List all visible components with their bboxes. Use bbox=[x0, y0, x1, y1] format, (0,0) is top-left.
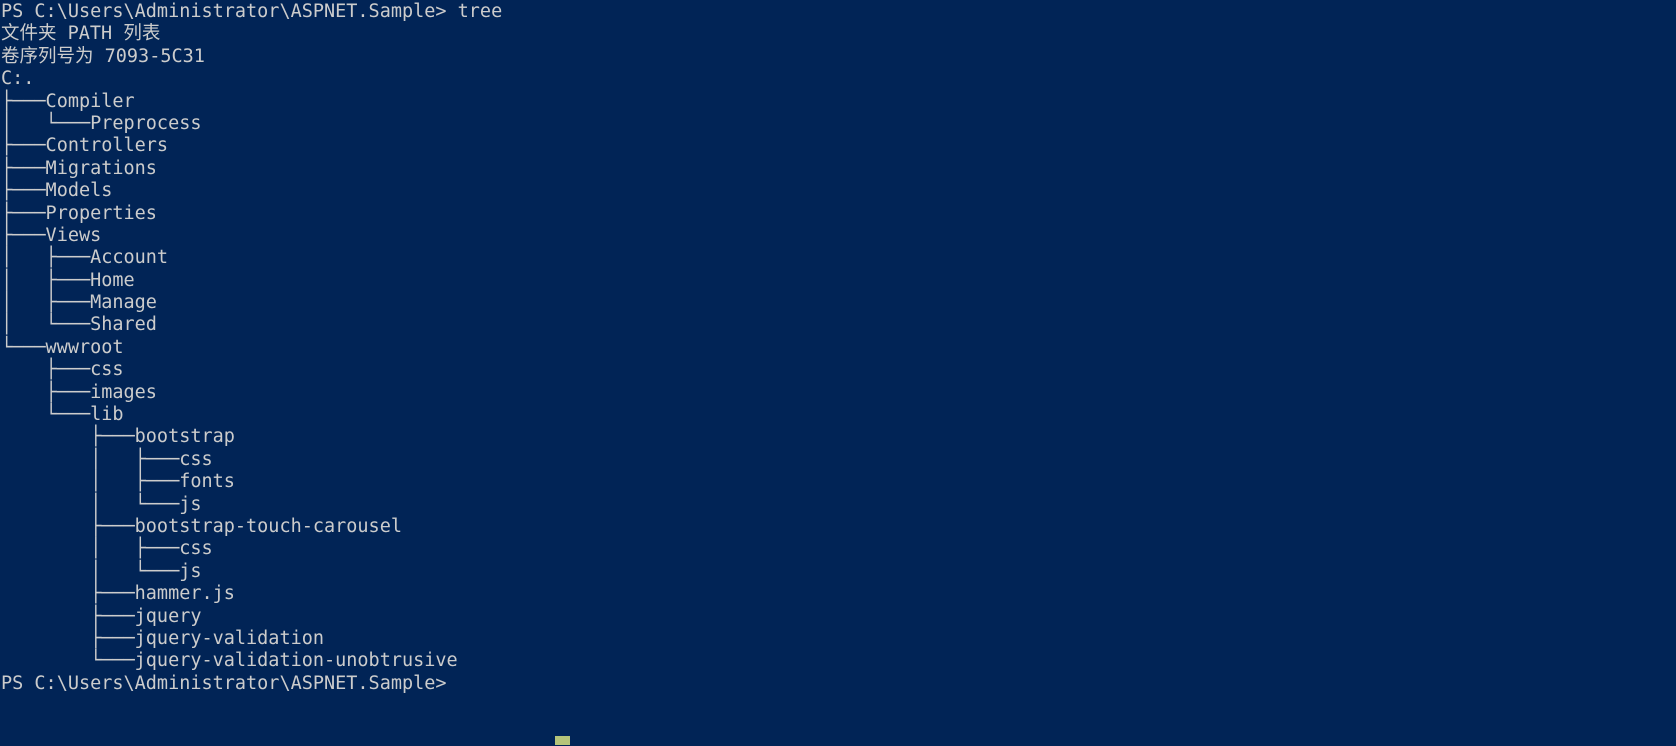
tree-header-volume-serial: 卷序列号为 7093-5C31 bbox=[1, 45, 205, 67]
tree-row: │ └───js bbox=[1, 493, 202, 515]
tree-row: ├───bootstrap-touch-carousel bbox=[1, 515, 402, 537]
tree-row: │ └───js bbox=[1, 560, 202, 582]
text-cursor bbox=[555, 736, 570, 745]
command-prompt-line: PS C:\Users\Administrator\ASPNET.Sample>… bbox=[1, 1, 503, 22]
powershell-console[interactable]: PS C:\Users\Administrator\ASPNET.Sample>… bbox=[0, 0, 1676, 746]
tree-row: ├───Views bbox=[1, 224, 102, 246]
tree-row: ├───hammer.js bbox=[1, 583, 235, 605]
tree-row: │ ├───css bbox=[1, 448, 213, 470]
tree-row: ├───Properties bbox=[1, 202, 157, 224]
tree-row: └───jquery-validation-unobtrusive bbox=[1, 650, 458, 672]
tree-row: ├───Models bbox=[1, 180, 113, 202]
tree-row: │ └───Preprocess bbox=[1, 112, 202, 134]
tree-row: │ ├───Home bbox=[1, 269, 135, 291]
tree-row: │ ├───css bbox=[1, 538, 213, 560]
tree-header-folder-path: 文件夹 PATH 列表 bbox=[1, 23, 161, 45]
tree-row: ├───images bbox=[1, 381, 157, 403]
tree-row: ├───jquery-validation bbox=[1, 627, 325, 649]
tree-row: ├───Migrations bbox=[1, 157, 157, 179]
tree-row: │ ├───Manage bbox=[1, 292, 157, 314]
final-prompt-line: PS C:\Users\Administrator\ASPNET.Sample> bbox=[1, 672, 447, 694]
tree-row: ├───bootstrap bbox=[1, 426, 235, 448]
tree-row: ├───css bbox=[1, 359, 124, 381]
tree-row: └───wwwroot bbox=[1, 336, 124, 358]
tree-row: ├───Controllers bbox=[1, 135, 169, 157]
tree-row: │ └───Shared bbox=[1, 314, 157, 336]
tree-row: ├───jquery bbox=[1, 605, 202, 627]
tree-row: │ ├───fonts bbox=[1, 471, 235, 493]
tree-row: ├───Compiler bbox=[1, 90, 135, 112]
tree-root-drive: C:. bbox=[1, 68, 35, 90]
tree-row: │ ├───Account bbox=[1, 247, 169, 269]
tree-row: └───lib bbox=[1, 404, 124, 426]
